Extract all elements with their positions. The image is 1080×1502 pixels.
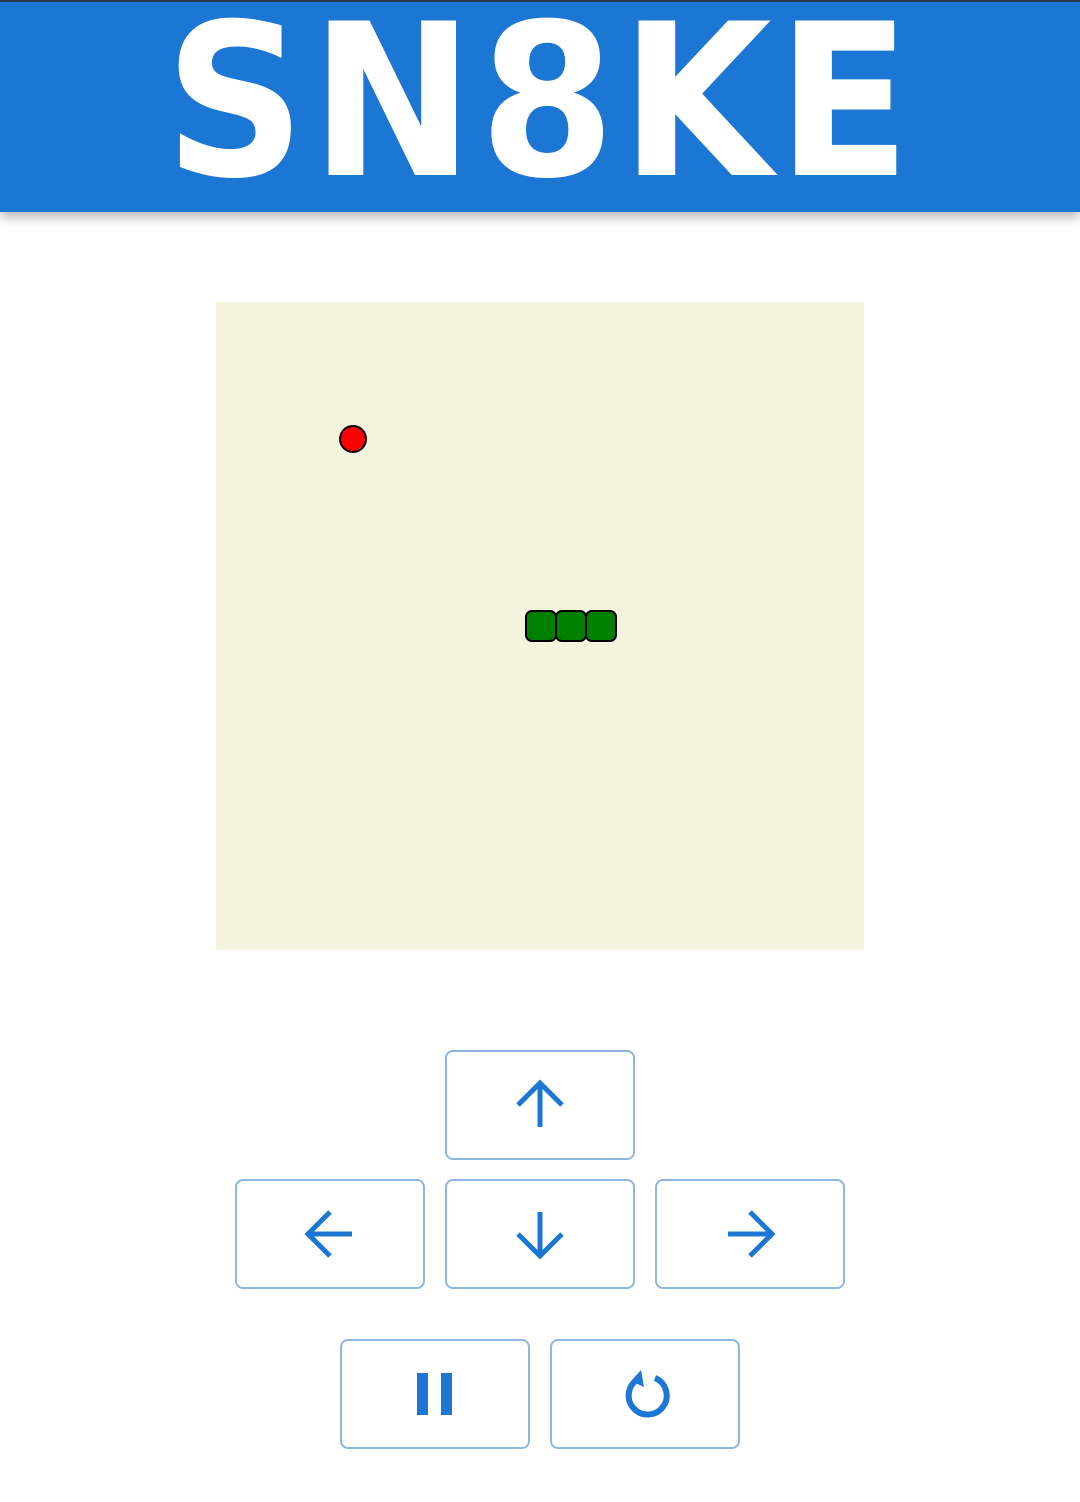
restart-icon [625, 1370, 670, 1418]
snake-segment [525, 610, 557, 642]
pause-button[interactable] [340, 1339, 530, 1449]
app-title: SN8KE [164, 0, 916, 225]
snake-segment [555, 610, 587, 642]
right-button[interactable] [655, 1179, 845, 1289]
up-button[interactable] [445, 1050, 635, 1160]
down-button[interactable] [445, 1179, 635, 1289]
left-button[interactable] [235, 1179, 425, 1289]
arrow-up-icon [516, 1079, 564, 1127]
pause-icon [417, 1373, 452, 1415]
food-apple [339, 425, 367, 453]
app-header: SN8KE [0, 0, 1080, 225]
arrow-right-icon [728, 1210, 776, 1258]
snake-head [585, 610, 617, 642]
arrow-down-icon [516, 1212, 564, 1260]
game-board [216, 302, 864, 950]
arrow-left-icon [304, 1210, 352, 1258]
restart-button[interactable] [550, 1339, 740, 1449]
